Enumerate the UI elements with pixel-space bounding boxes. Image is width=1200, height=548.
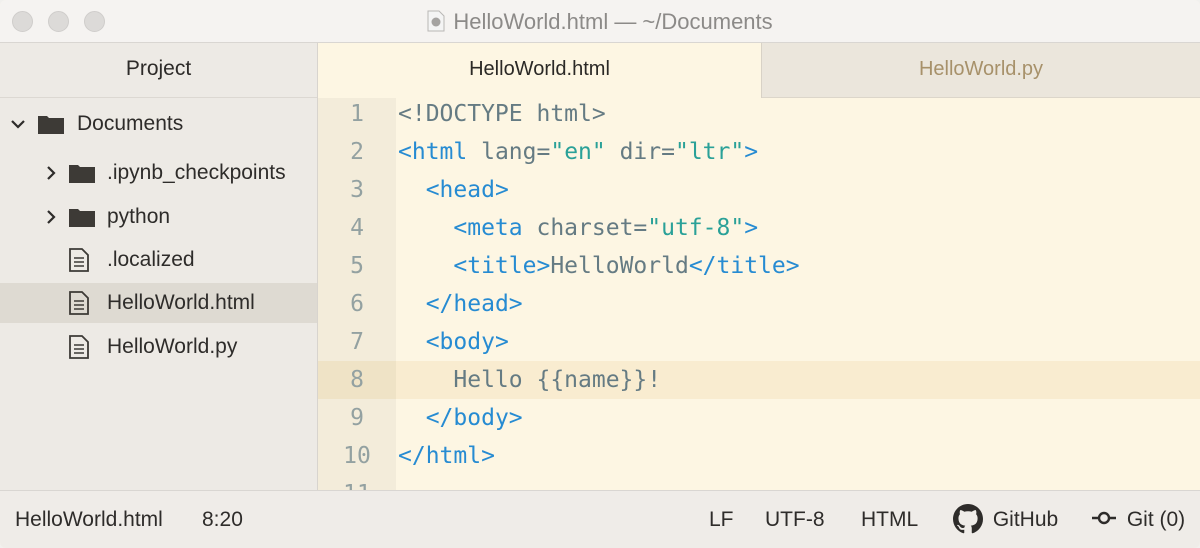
project-sidebar: Project Documents .ipynb_checkpoints pyt… bbox=[0, 43, 318, 490]
sidebar-header: Project bbox=[0, 43, 317, 98]
folder-icon bbox=[69, 209, 95, 227]
line-code: <!DOCTYPE html> bbox=[398, 101, 606, 127]
code-line[interactable]: 1 <!DOCTYPE html> bbox=[318, 98, 1200, 133]
tree-item-label: .localized bbox=[107, 248, 195, 271]
tree-item-label: HelloWorld.py bbox=[107, 335, 238, 358]
line-code: Hello {{name}}! bbox=[398, 367, 662, 393]
status-bar: HelloWorld.html 8:20 LF UTF-8 HTML GitHu… bbox=[0, 490, 1200, 548]
line-code: <title>HelloWorld</title> bbox=[453, 253, 800, 279]
tree-item-label: HelloWorld.html bbox=[107, 291, 255, 314]
code-line[interactable]: 10 </html> bbox=[318, 437, 1200, 475]
code-line[interactable]: 9 </body> bbox=[318, 399, 1200, 437]
folder-icon bbox=[38, 116, 64, 134]
code-line[interactable]: 3 <head> bbox=[318, 171, 1200, 209]
tab-helloworld-html[interactable]: HelloWorld.html bbox=[318, 43, 762, 98]
line-code: </body> bbox=[425, 405, 523, 431]
file-icon bbox=[69, 335, 89, 359]
tree-item-ipynb-checkpoints[interactable]: .ipynb_checkpoints bbox=[0, 153, 317, 193]
line-number: 1 bbox=[350, 101, 364, 127]
tree-item-label: .ipynb_checkpoints bbox=[107, 161, 286, 184]
git-commit-icon bbox=[1092, 511, 1116, 525]
title-bar: HelloWorld.html — ~/Documents bbox=[0, 0, 1200, 43]
status-file-name[interactable]: HelloWorld.html bbox=[15, 508, 163, 532]
github-button[interactable]: GitHub bbox=[953, 504, 1058, 534]
line-number: 2 bbox=[350, 139, 364, 165]
window-title: HelloWorld.html — ~/Documents bbox=[453, 9, 773, 34]
line-number: 6 bbox=[350, 291, 364, 317]
line-code: <meta charset="utf-8"> bbox=[453, 215, 759, 241]
line-number: 11 bbox=[318, 475, 396, 490]
folder-icon bbox=[69, 165, 95, 183]
code-line[interactable]: 11 bbox=[318, 475, 1200, 490]
tree-item-python[interactable]: python bbox=[0, 197, 317, 237]
line-number: 10 bbox=[343, 443, 371, 469]
tree-item-label: Documents bbox=[77, 112, 184, 135]
git-label: Git (0) bbox=[1126, 508, 1186, 531]
editor-window: HelloWorld.html — ~/Documents Project Do… bbox=[0, 0, 1200, 548]
code-line[interactable]: 2 <html lang="en" dir="ltr"> bbox=[318, 133, 1200, 171]
line-code: <head> bbox=[425, 177, 509, 203]
github-label: GitHub bbox=[992, 508, 1059, 531]
chevron-right-icon[interactable] bbox=[43, 209, 59, 225]
status-cursor-position[interactable]: 8:20 bbox=[202, 508, 243, 532]
code-editor[interactable]: 1 <!DOCTYPE html> 2 <html lang="en" dir=… bbox=[318, 98, 1200, 490]
code-line[interactable]: 5 <title>HelloWorld</title> bbox=[318, 247, 1200, 285]
file-icon bbox=[69, 291, 89, 315]
code-line[interactable]: 4 <meta charset="utf-8"> bbox=[318, 209, 1200, 247]
line-code: <body> bbox=[425, 329, 509, 355]
line-number: 3 bbox=[350, 177, 364, 203]
git-button[interactable]: Git (0) bbox=[1091, 508, 1185, 532]
line-number: 9 bbox=[350, 405, 364, 431]
chevron-down-icon[interactable] bbox=[10, 116, 26, 132]
code-line-current[interactable]: 8 Hello {{name}}! bbox=[318, 361, 1200, 399]
code-line[interactable]: 7 <body> bbox=[318, 323, 1200, 361]
status-line-ending[interactable]: LF bbox=[709, 508, 734, 532]
tree-item-localized[interactable]: .localized bbox=[0, 240, 317, 280]
status-grammar[interactable]: HTML bbox=[861, 508, 918, 532]
window-title-container: HelloWorld.html — ~/Documents bbox=[0, 9, 1200, 35]
line-number: 8 bbox=[318, 361, 396, 399]
line-number: 7 bbox=[350, 329, 364, 355]
chevron-right-icon[interactable] bbox=[43, 165, 59, 181]
line-code: </html> bbox=[398, 443, 495, 469]
line-code: </head> bbox=[425, 291, 523, 317]
tree-item-documents[interactable]: Documents bbox=[0, 104, 317, 144]
tab-bar: HelloWorld.html HelloWorld.py bbox=[318, 43, 1200, 98]
document-proxy-icon[interactable] bbox=[427, 10, 445, 32]
code-line[interactable]: 6 </head> bbox=[318, 285, 1200, 323]
tree-item-label: python bbox=[107, 205, 171, 228]
tab-helloworld-py[interactable]: HelloWorld.py bbox=[762, 43, 1200, 97]
line-number: 5 bbox=[350, 253, 364, 279]
file-icon bbox=[69, 248, 89, 272]
tree-item-helloworld-html[interactable]: HelloWorld.html bbox=[0, 283, 317, 323]
github-icon bbox=[953, 504, 983, 534]
line-number: 4 bbox=[350, 215, 364, 241]
line-code: <html lang="en" dir="ltr"> bbox=[398, 139, 759, 165]
tree-item-helloworld-py[interactable]: HelloWorld.py bbox=[0, 327, 317, 367]
status-encoding[interactable]: UTF-8 bbox=[765, 508, 825, 532]
